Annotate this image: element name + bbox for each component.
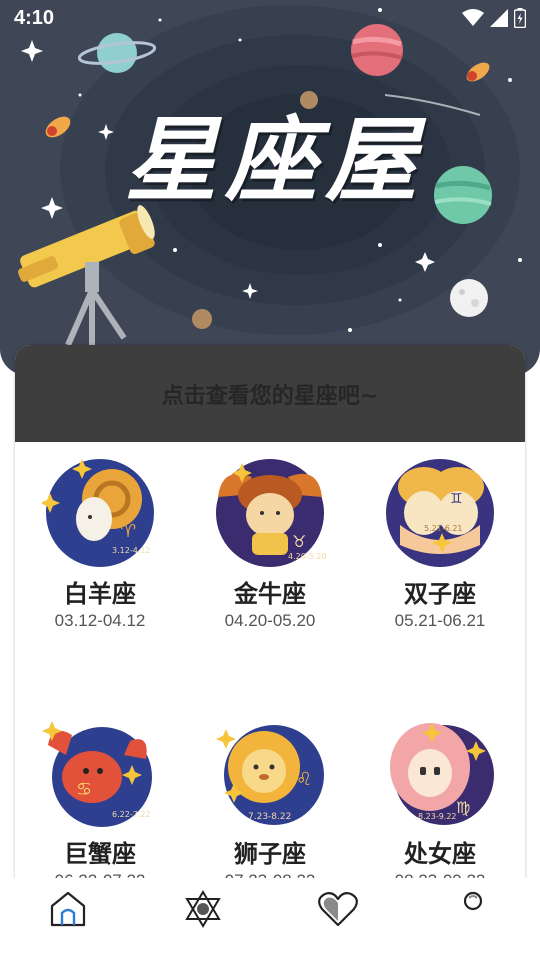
bottom-navigation: [0, 878, 540, 960]
sign-symbol: ♊: [450, 491, 463, 507]
virgo-icon: ♍ 8.23-9.22: [390, 723, 494, 825]
gemini-icon: ♊ 5.21-6.21: [386, 459, 494, 567]
sign-date: 04.20-05.20: [224, 611, 316, 630]
header-banner: 星座屋: [0, 0, 540, 375]
zodiac-item-taurus[interactable]: ♉ 4.20-5.20 金牛座 04.20-05.20: [185, 455, 355, 631]
sign-symbol: ♌: [296, 769, 312, 790]
sign-badge: 4.20-5.20: [288, 552, 327, 561]
planet-green-icon: [434, 166, 492, 224]
prompt-bar: 点击查看您的星座吧~: [15, 345, 525, 442]
sign-symbol: ♉: [292, 532, 306, 551]
sign-date: 03.12-04.12: [54, 611, 146, 630]
status-time: 4:10: [14, 6, 55, 29]
taurus-icon: ♉ 4.20-5.20: [216, 459, 327, 567]
sign-badge: 8.23-9.22: [418, 812, 457, 821]
nav-constellation[interactable]: [173, 884, 233, 934]
home-icon: [50, 891, 85, 927]
cancer-icon: ♋ 6.22-7.22: [42, 721, 152, 827]
heart-icon: [317, 892, 358, 927]
sign-name: 双子座: [404, 580, 476, 608]
sign-name: 巨蟹座: [64, 840, 136, 868]
sign-symbol: ♈: [120, 521, 136, 542]
prompt-text: 点击查看您的星座吧~: [161, 383, 379, 409]
wifi-icon: [462, 9, 484, 26]
sign-symbol: ♍: [456, 798, 470, 817]
zodiac-item-aries[interactable]: ♈ 3.12-4.12 白羊座 03.12-04.12: [15, 455, 185, 631]
profile-icon: [463, 891, 482, 911]
sign-symbol: ♋: [76, 779, 92, 800]
nav-home[interactable]: [38, 884, 98, 934]
sign-badge: 3.12-4.12: [112, 546, 151, 555]
sign-name: 狮子座: [234, 840, 306, 868]
signal-icon: [490, 9, 508, 27]
battery-icon: [514, 8, 526, 28]
zodiac-item-cancer[interactable]: ♋ 6.22-7.22 巨蟹座 06.22-07.22: [15, 715, 185, 891]
sign-badge: 5.21-6.21: [424, 524, 463, 533]
sign-badge: 6.22-7.22: [112, 810, 151, 819]
zodiac-item-gemini[interactable]: ♊ 5.21-6.21 双子座 05.21-06.21: [355, 455, 525, 631]
sign-name: 金牛座: [234, 580, 306, 608]
sign-name: 处女座: [404, 840, 476, 868]
star-of-david-icon: [184, 890, 221, 928]
zodiac-card: 点击查看您的星座吧~ ♈ 3.12-4.12 白羊座 03.12-04.12 ♉…: [15, 345, 525, 905]
app-logo-title: 星座屋: [125, 106, 426, 214]
moon-icon: [450, 279, 488, 317]
aries-icon: ♈ 3.12-4.12: [42, 459, 154, 567]
leo-icon: ♌ 7.23-8.22: [216, 725, 324, 825]
sign-date: 05.21-06.21: [394, 611, 486, 630]
status-bar: 4:10: [0, 0, 540, 36]
zodiac-item-virgo[interactable]: ♍ 8.23-9.22 处女座 08.23-09.22: [355, 715, 525, 891]
nav-profile[interactable]: [443, 884, 503, 934]
zodiac-item-leo[interactable]: ♌ 7.23-8.22 狮子座 07.23-08.22: [185, 715, 355, 891]
sign-badge: 7.23-8.22: [248, 812, 291, 822]
sign-name: 白羊座: [64, 580, 136, 608]
nav-favorites[interactable]: [308, 884, 368, 934]
